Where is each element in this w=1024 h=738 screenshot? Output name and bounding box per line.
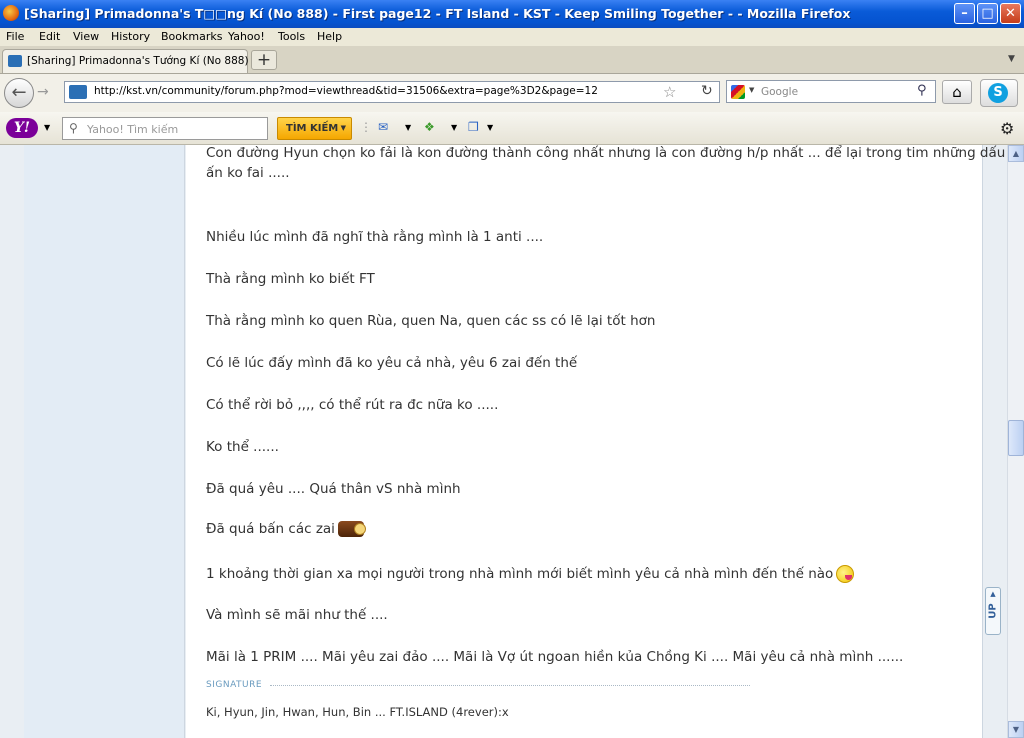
minimize-button[interactable]: – (954, 3, 975, 24)
post-line: Đã quá yêu .... Quá thân vS nhà mình (206, 481, 461, 497)
bookmark-star-icon[interactable]: ☆ (663, 83, 676, 101)
post-line-with-emoticon: Đã quá bấn các zai (206, 521, 366, 537)
toolbar-grip-icon[interactable]: ⋮ (360, 120, 372, 137)
skype-button[interactable]: S (980, 79, 1018, 107)
post-line: Ko thể ...... (206, 439, 279, 455)
engine-chevron-down-icon[interactable]: ▼ (749, 86, 754, 94)
post-line-text: Đã quá bấn các zai (206, 521, 335, 537)
post-line: Và mình sẽ mãi như thế .... (206, 607, 388, 623)
menu-tools[interactable]: Tools (278, 30, 305, 43)
pot-emoticon-icon (337, 521, 366, 537)
scrollbar-thumb[interactable] (1008, 420, 1024, 456)
firefox-icon (3, 5, 19, 21)
scroll-up-arrow-icon[interactable]: ▲ (1008, 145, 1024, 162)
yahoo-search-button[interactable]: TÌM KIẾM ▼ (277, 117, 352, 140)
yahoo-logo[interactable]: Y! (6, 118, 38, 138)
menu-bar: File Edit View History Bookmarks Yahoo! … (0, 28, 1024, 46)
gear-icon[interactable]: ⚙ (1000, 119, 1014, 138)
scroll-to-top-button[interactable]: ▲ UP (985, 587, 1001, 635)
forward-button[interactable]: → (37, 84, 49, 100)
signature-text: Ki, Hyun, Jin, Hwan, Hun, Bin ... FT.ISL… (206, 705, 509, 719)
post-line: Thà rằng mình ko biết FT (206, 271, 375, 287)
new-tab-button[interactable]: + (251, 50, 277, 70)
menu-file[interactable]: File (6, 30, 24, 43)
tab-strip: [Sharing] Primadonna's Tướng Kí (No 888)… (0, 46, 1024, 74)
search-input[interactable]: Google (761, 86, 798, 98)
close-button[interactable]: ✕ (1000, 3, 1021, 24)
post-line-with-emoticon: 1 khoảng thời gian xa mọi người trong nh… (206, 565, 855, 583)
mail-chevron-down-icon[interactable]: ▼ (405, 123, 411, 140)
menu-history[interactable]: History (111, 30, 150, 43)
tab-label: [Sharing] Primadonna's Tướng Kí (No 888)… (27, 55, 270, 67)
author-column (24, 145, 185, 738)
home-button[interactable]: ⌂ (942, 80, 972, 104)
menu-yahoo[interactable]: Yahoo! (228, 30, 265, 43)
maximize-button[interactable]: □ (977, 3, 998, 24)
kst-site-icon (8, 55, 22, 67)
signature-label: SIGNATURE (206, 680, 263, 690)
post-line: ấn ko fai ..... (206, 165, 290, 181)
tab-list-chevron-icon[interactable]: ▼ (1008, 54, 1015, 64)
menu-help[interactable]: Help (317, 30, 342, 43)
yahoo-search-input[interactable]: ⚲ Yahoo! Tìm kiếm (62, 117, 268, 140)
back-button[interactable]: ← (4, 78, 34, 108)
post-line: Có lẽ lúc đấy mình đã ko yêu cả nhà, yêu… (206, 355, 578, 371)
bookmarks-icon[interactable]: ❐ (468, 120, 479, 137)
google-icon[interactable] (731, 85, 745, 99)
search-icon[interactable]: ⚲ (917, 83, 927, 98)
post-line: Thà rằng mình ko quen Rùa, quen Na, quen… (206, 313, 656, 329)
tongue-emoticon-icon (836, 565, 855, 583)
yahoo-chevron-down-icon[interactable]: ▼ (44, 123, 50, 132)
post-line: Có thể rời bỏ ,,,, có thể rút ra đc nữa … (206, 397, 499, 413)
post-line: Nhiều lúc mình đã nghĩ thà rằng mình là … (206, 229, 544, 245)
addon-chevron-down-icon[interactable]: ▼ (451, 123, 457, 140)
yahoo-toolbar: Y! ▼ ⚲ Yahoo! Tìm kiếm TÌM KIẾM ▼ ⋮ ✉ ▼ … (0, 112, 1024, 145)
navigation-bar: ← → http://kst.vn/community/forum.php?mo… (0, 74, 1024, 112)
site-identity-icon[interactable] (69, 85, 87, 99)
window-title-bar: [Sharing] Primadonna's T□□ng Kí (No 888)… (0, 0, 1024, 28)
menu-view[interactable]: View (73, 30, 99, 43)
post-line: Mãi là 1 PRIM .... Mãi yêu zai đảo .... … (206, 649, 904, 665)
menu-bookmarks[interactable]: Bookmarks (161, 30, 222, 43)
chevron-down-icon: ▼ (340, 124, 346, 132)
reload-icon[interactable]: ↻ (701, 83, 713, 99)
vertical-scrollbar[interactable]: ▲ ▼ (1007, 145, 1024, 738)
bookmarks-chevron-down-icon[interactable]: ▼ (487, 123, 493, 140)
addon-icon[interactable]: ❖ (424, 120, 435, 137)
tab-forum-thread[interactable]: [Sharing] Primadonna's Tướng Kí (No 888)… (2, 49, 269, 73)
signature-divider (270, 685, 750, 686)
yahoo-search-button-label: TÌM KIẾM (286, 123, 339, 134)
search-engine-box[interactable]: ▼ Google ⚲ (726, 80, 936, 103)
up-button-label: UP (987, 603, 999, 619)
post-line-text: 1 khoảng thời gian xa mọi người trong nh… (206, 566, 834, 582)
skype-icon: S (988, 83, 1008, 103)
yahoo-search-placeholder: Yahoo! Tìm kiếm (87, 123, 179, 136)
page-content: Con đường Hyun chọn ko fải là kon đường … (0, 145, 1007, 738)
post-body: Con đường Hyun chọn ko fải là kon đường … (186, 145, 1005, 738)
url-text[interactable]: http://kst.vn/community/forum.php?mod=vi… (94, 85, 598, 97)
post-line: Con đường Hyun chọn ko fải là kon đường … (206, 145, 1006, 161)
address-bar[interactable]: http://kst.vn/community/forum.php?mod=vi… (64, 81, 720, 103)
mail-icon[interactable]: ✉ (378, 120, 388, 137)
menu-edit[interactable]: Edit (39, 30, 60, 43)
window-title: [Sharing] Primadonna's T□□ng Kí (No 888)… (24, 6, 851, 21)
chevron-up-icon: ▲ (990, 590, 996, 598)
scroll-down-arrow-icon[interactable]: ▼ (1008, 721, 1024, 738)
search-icon: ⚲ (69, 121, 78, 135)
